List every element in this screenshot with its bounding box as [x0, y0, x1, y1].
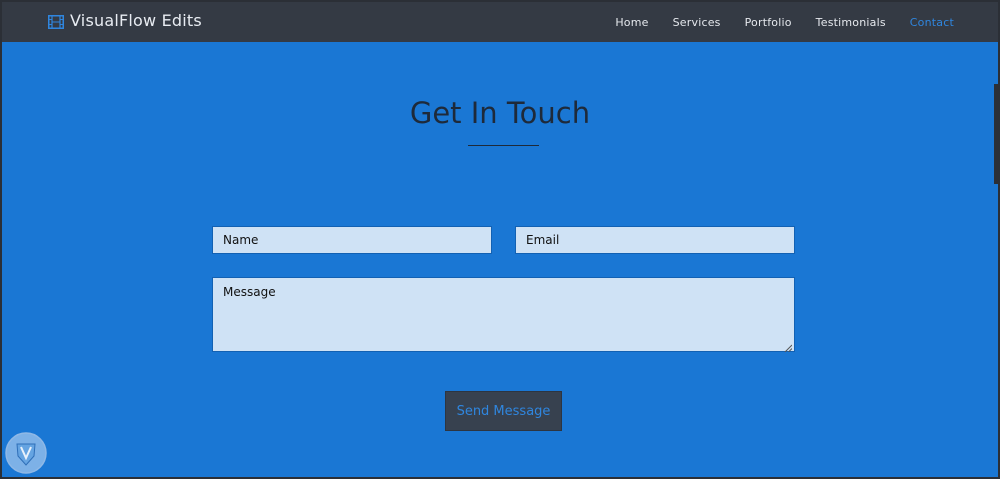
- nav-portfolio[interactable]: Portfolio: [745, 16, 792, 29]
- nav-services[interactable]: Services: [673, 16, 721, 29]
- message-placeholder: Message: [223, 285, 276, 299]
- brand-logo[interactable]: VisualFlow Edits: [48, 11, 202, 30]
- nav-contact[interactable]: Contact: [910, 16, 954, 29]
- side-scroll-widget[interactable]: [994, 84, 998, 184]
- page: VisualFlow Edits Home Services Portfolio…: [0, 0, 1000, 479]
- shield-logo-icon: [4, 431, 48, 475]
- nav-home[interactable]: Home: [615, 16, 648, 29]
- title-divider: [468, 145, 539, 146]
- nav-testimonials[interactable]: Testimonials: [816, 16, 886, 29]
- film-icon: [48, 14, 64, 29]
- resize-grip-icon[interactable]: [784, 341, 793, 353]
- main-nav: Home Services Portfolio Testimonials Con…: [615, 16, 954, 29]
- page-title: Get In Touch: [409, 96, 591, 130]
- message-field[interactable]: Message: [212, 277, 795, 353]
- name-field[interactable]: Name: [212, 226, 492, 254]
- email-field[interactable]: Email: [515, 226, 795, 254]
- top-navbar: VisualFlow Edits Home Services Portfolio…: [2, 0, 998, 42]
- brand-name: VisualFlow Edits: [70, 11, 202, 30]
- send-message-button[interactable]: Send Message: [445, 391, 562, 431]
